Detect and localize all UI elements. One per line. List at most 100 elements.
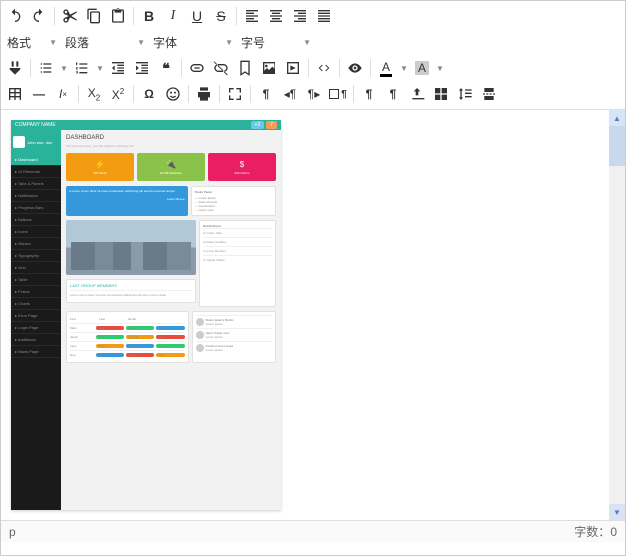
badge: 7: [266, 121, 277, 129]
blockquote-icon[interactable]: ❝: [154, 57, 178, 79]
align-left-icon[interactable]: [240, 5, 264, 27]
nav-item: ▸ Wizard: [11, 238, 61, 250]
stat-card: ⚡280 Tasks: [66, 153, 134, 181]
format-label: 格式: [7, 34, 31, 51]
align-center-icon[interactable]: [264, 5, 288, 27]
info-panel: ● Lorem ipsum dolor sit amet consectetur…: [66, 186, 188, 216]
nav-item: ▸ Forms: [11, 286, 61, 298]
find-replace-icon[interactable]: [3, 57, 27, 79]
align-right-icon[interactable]: [288, 5, 312, 27]
nav-item: ▸ Error Page: [11, 310, 61, 322]
nav-item: ▸ UI Elements: [11, 166, 61, 178]
carousel-image: [66, 220, 196, 275]
nav-item: ▸ Icons: [11, 226, 61, 238]
outdent-icon[interactable]: [106, 57, 130, 79]
hr-icon[interactable]: —: [27, 83, 51, 105]
user-name: John doe, doe: [27, 140, 52, 145]
chevron-down-icon[interactable]: ▼: [58, 57, 70, 79]
nav-item: ▸ Blank Page: [11, 346, 61, 358]
pilcrow-box-icon[interactable]: ¶: [326, 83, 350, 105]
nav-list: ▸ Dashboard▸ UI Elements▸ Tabs & Panels ▸…: [11, 154, 61, 358]
strikethrough-icon[interactable]: S: [209, 5, 233, 27]
company-name: COMPANY NAME: [15, 122, 56, 128]
page-subtitle: Put some text here, you can replace it w…: [66, 144, 276, 148]
rtl-icon[interactable]: ¶: [381, 83, 405, 105]
vertical-scrollbar[interactable]: ▲ ▼: [609, 110, 625, 520]
font-dropdown[interactable]: 字体▼: [149, 31, 237, 53]
code-icon[interactable]: [312, 57, 336, 79]
template-image[interactable]: COMPANY NAME +37 John doe, doe ▸ Dashboar…: [11, 120, 281, 510]
paragraph-label: 段落: [65, 34, 89, 51]
indent-icon[interactable]: [130, 57, 154, 79]
nav-item: ▸ Table: [11, 274, 61, 286]
side-panel: Tasks Panel— Lorem ipsum— Dolor sit amet…: [191, 186, 276, 216]
chevron-down-icon[interactable]: ▼: [398, 57, 410, 79]
badge: +3: [251, 121, 265, 129]
avatar: [13, 136, 25, 148]
nav-item: ▸ Additional: [11, 334, 61, 346]
special-char-icon[interactable]: Ω: [137, 83, 161, 105]
nav-item: ▸ Dashboard: [11, 154, 61, 166]
nav-item: ▸ Tabs & Panels: [11, 178, 61, 190]
copy-icon[interactable]: [82, 5, 106, 27]
cut-icon[interactable]: [58, 5, 82, 27]
font-label: 字体: [153, 34, 177, 51]
print-icon[interactable]: [192, 83, 216, 105]
unordered-list-icon[interactable]: [34, 57, 58, 79]
nav-item: ▸ Grid: [11, 262, 61, 274]
unlink-icon[interactable]: [209, 57, 233, 79]
bg-color-icon[interactable]: A: [410, 57, 434, 79]
pilcrow-left-icon[interactable]: ◂¶: [278, 83, 302, 105]
nav-item: ▸ Buttons: [11, 214, 61, 226]
nav-item: ▸ Login Page: [11, 322, 61, 334]
page-break-icon[interactable]: [477, 83, 501, 105]
redo-icon[interactable]: [27, 5, 51, 27]
superscript-icon[interactable]: X2: [106, 83, 130, 105]
align-justify-icon[interactable]: [312, 5, 336, 27]
emoji-icon[interactable]: [161, 83, 185, 105]
clear-format-icon[interactable]: I×: [51, 83, 75, 105]
preview-icon[interactable]: [343, 57, 367, 79]
editor-canvas[interactable]: COMPANY NAME +37 John doe, doe ▸ Dashboar…: [1, 110, 609, 520]
link-icon[interactable]: [185, 57, 209, 79]
stat-card: $200 Orders: [208, 153, 276, 181]
wordcount-value: 0: [610, 525, 617, 539]
italic-icon[interactable]: I: [161, 5, 185, 27]
paragraph-dropdown[interactable]: 段落▼: [61, 31, 149, 53]
scroll-down-icon[interactable]: ▼: [609, 504, 625, 520]
notif-panel: Notifications ● Create Task ● Follow Upd…: [199, 220, 276, 307]
show-blocks-icon[interactable]: ¶: [254, 83, 278, 105]
line-height-icon[interactable]: [453, 83, 477, 105]
scroll-thumb[interactable]: [609, 126, 625, 166]
ltr-icon[interactable]: ¶: [357, 83, 381, 105]
chevron-down-icon[interactable]: ▼: [434, 57, 446, 79]
underline-icon[interactable]: U: [185, 5, 209, 27]
subscript-icon[interactable]: X2: [82, 83, 106, 105]
format-dropdown[interactable]: 格式▼: [3, 31, 61, 53]
grid-icon[interactable]: [429, 83, 453, 105]
text-color-icon[interactable]: A: [374, 57, 398, 79]
stat-card: 🔌40 GB Database: [137, 153, 205, 181]
chevron-down-icon[interactable]: ▼: [94, 57, 106, 79]
nav-item: ▸ Typography: [11, 250, 61, 262]
element-path[interactable]: p: [9, 525, 574, 539]
bookmark-icon[interactable]: [233, 57, 257, 79]
scroll-up-icon[interactable]: ▲: [609, 110, 625, 126]
upload-icon[interactable]: [405, 83, 429, 105]
table-icon[interactable]: [3, 83, 27, 105]
bold-icon[interactable]: B: [137, 5, 161, 27]
fullscreen-icon[interactable]: [223, 83, 247, 105]
size-dropdown[interactable]: 字号▼: [237, 31, 315, 53]
list-title: LAST GROUP MEMBERS: [70, 283, 192, 288]
reviews-panel: Rosie Quartz RobinLorem ipsum Henri Capl…: [192, 311, 276, 363]
paste-icon[interactable]: [106, 5, 130, 27]
media-icon[interactable]: [281, 57, 305, 79]
ordered-list-icon[interactable]: [70, 57, 94, 79]
pilcrow-right-icon[interactable]: ¶▸: [302, 83, 326, 105]
image-icon[interactable]: [257, 57, 281, 79]
data-table: FirstLastEmail Mark@twmark@view Jacob@fb…: [66, 311, 189, 363]
nav-item: ▸ Progress Bars: [11, 202, 61, 214]
wordcount-label: 字数：: [574, 523, 610, 540]
size-label: 字号: [241, 34, 265, 51]
undo-icon[interactable]: [3, 5, 27, 27]
